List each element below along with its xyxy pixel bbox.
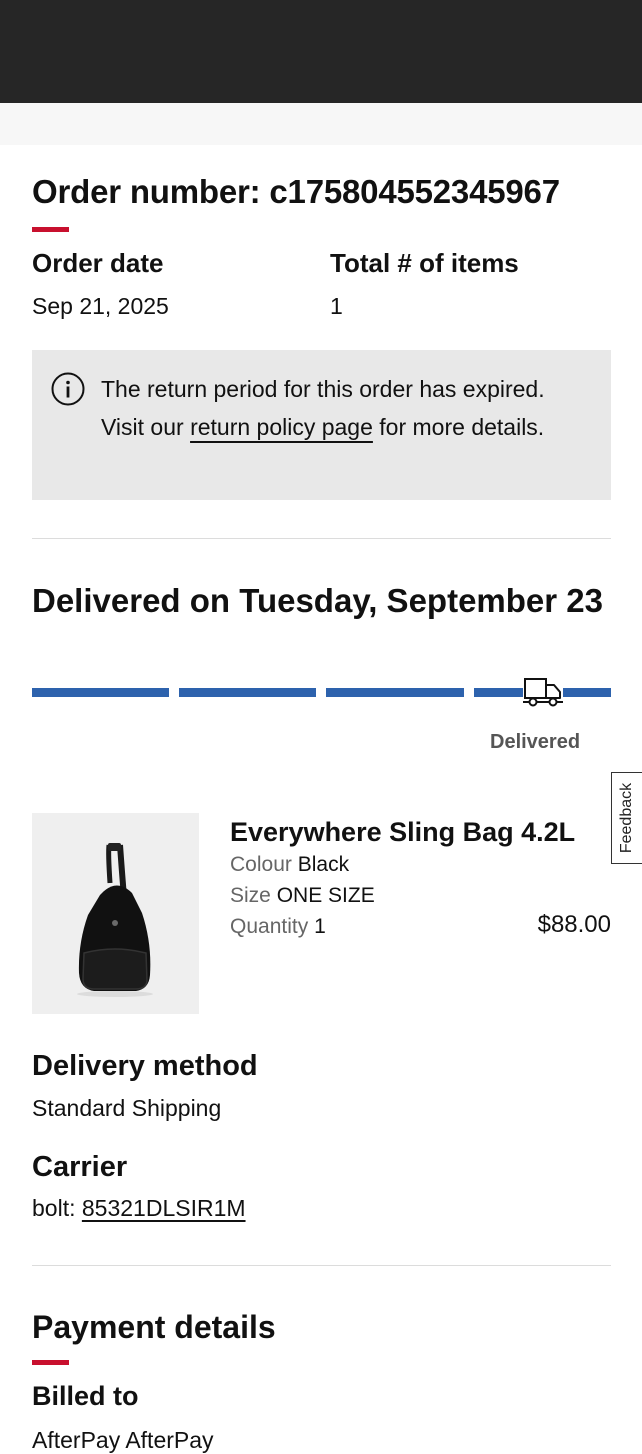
total-items-value: 1 xyxy=(330,293,343,319)
total-items-label: Total # of items xyxy=(330,248,519,278)
billed-to-value: AfterPay AfterPay xyxy=(32,1427,214,1453)
product-price: $88.00 xyxy=(537,911,611,938)
delivery-status-heading: Delivered on Tuesday, September 23 xyxy=(32,582,603,619)
return-policy-link[interactable]: return policy page xyxy=(190,414,373,440)
progress-step-1 xyxy=(32,688,169,697)
delivery-method-title: Delivery method xyxy=(32,1050,258,1082)
product-quantity: Quantity 1 xyxy=(230,915,326,939)
tracking-number-link[interactable]: 85321DLSIR1M xyxy=(82,1195,246,1221)
billed-to-label: Billed to xyxy=(32,1381,139,1411)
colour-label: Colour xyxy=(230,853,292,876)
top-header-bar xyxy=(0,0,642,103)
order-number-heading: Order number: c175804552345967 xyxy=(32,173,560,210)
order-date-value: Sep 21, 2025 xyxy=(32,293,169,319)
size-label: Size xyxy=(230,884,271,907)
carrier-title: Carrier xyxy=(32,1151,128,1183)
sling-bag-image xyxy=(77,843,153,997)
delivery-method-value: Standard Shipping xyxy=(32,1095,222,1121)
payment-details-title: Payment details xyxy=(32,1309,276,1345)
section-divider xyxy=(32,1265,611,1266)
truck-icon xyxy=(523,676,563,708)
sub-header-bar xyxy=(0,103,642,145)
product-colour: Colour Black xyxy=(230,853,349,877)
return-period-notice: The return period for this order has exp… xyxy=(32,350,611,500)
accent-rule xyxy=(32,227,69,232)
section-divider xyxy=(32,538,611,539)
progress-step-3 xyxy=(326,688,464,697)
feedback-tab[interactable]: Feedback xyxy=(611,772,642,864)
notice-text: The return period for this order has exp… xyxy=(101,370,591,446)
info-icon xyxy=(51,372,85,406)
product-image[interactable] xyxy=(32,813,199,1014)
carrier-value: bolt: 85321DLSIR1M xyxy=(32,1195,246,1222)
product-name[interactable]: Everywhere Sling Bag 4.2L xyxy=(230,817,575,848)
order-date-label: Order date xyxy=(32,248,164,278)
quantity-label: Quantity xyxy=(230,915,309,938)
notice-text-after: for more details. xyxy=(372,414,545,440)
size-value: ONE SIZE xyxy=(276,884,375,907)
feedback-label: Feedback xyxy=(618,782,635,854)
accent-rule xyxy=(32,1360,69,1365)
colour-value: Black xyxy=(297,853,350,876)
progress-step-2 xyxy=(179,688,316,697)
quantity-value: 1 xyxy=(314,915,326,938)
product-size: Size ONE SIZE xyxy=(230,884,375,908)
delivery-status-label: Delivered xyxy=(490,731,581,753)
carrier-prefix: bolt: xyxy=(32,1195,82,1221)
